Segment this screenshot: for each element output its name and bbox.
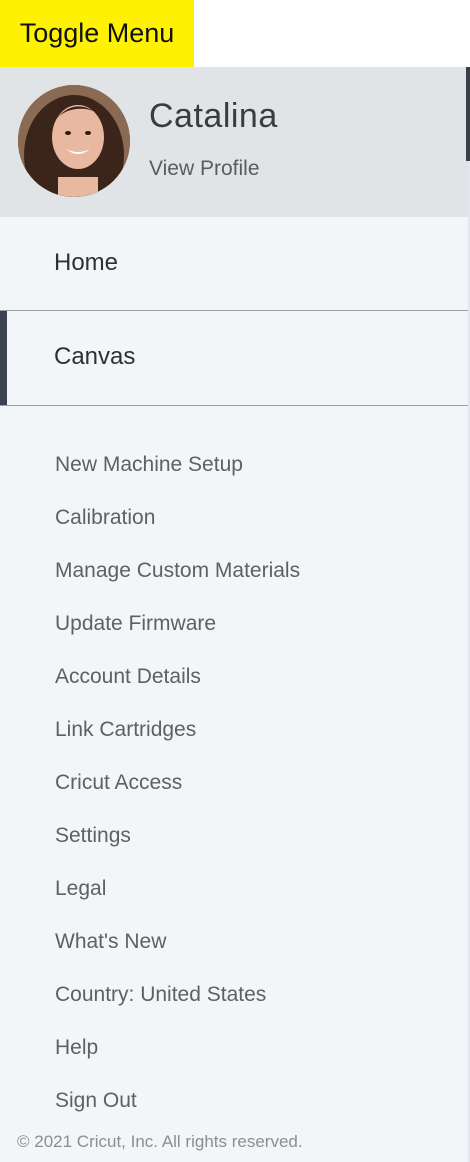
copyright-text: © 2021 Cricut, Inc. All rights reserved. [17, 1132, 303, 1151]
menu-item-country[interactable]: Country: United States [55, 980, 300, 1033]
menu-item-update-firmware[interactable]: Update Firmware [55, 609, 300, 662]
avatar[interactable] [18, 85, 130, 197]
nav-item-label: Canvas [54, 343, 136, 370]
screenshot-frame: Toggle Menu Catalina View Profile Home C… [0, 0, 470, 1162]
menu-item-help[interactable]: Help [55, 1033, 300, 1086]
side-menu: Catalina View Profile Home Canvas New Ma… [0, 67, 470, 1162]
active-indicator [0, 311, 7, 405]
nav-item-canvas[interactable]: Canvas [0, 311, 468, 406]
menu-item-legal[interactable]: Legal [55, 874, 300, 927]
profile-header[interactable]: Catalina View Profile [0, 67, 470, 217]
nav-item-home[interactable]: Home [0, 217, 468, 311]
toggle-menu-annotation: Toggle Menu [0, 0, 194, 67]
menu-item-link-cartridges[interactable]: Link Cartridges [55, 715, 300, 768]
user-name: Catalina [149, 97, 278, 135]
avatar-photo [18, 85, 130, 197]
menu-item-account-details[interactable]: Account Details [55, 662, 300, 715]
nav-item-label: Home [54, 249, 119, 276]
menu-item-cricut-access[interactable]: Cricut Access [55, 768, 300, 821]
menu-item-calibration[interactable]: Calibration [55, 503, 300, 556]
menu-item-whats-new[interactable]: What's New [55, 927, 300, 980]
view-profile-link[interactable]: View Profile [149, 157, 260, 181]
menu-item-settings[interactable]: Settings [55, 821, 300, 874]
menu-item-new-machine-setup[interactable]: New Machine Setup [55, 450, 300, 503]
scroll-edge-indicator [466, 67, 470, 161]
menu-item-manage-custom-materials[interactable]: Manage Custom Materials [55, 556, 300, 609]
secondary-menu: New Machine Setup Calibration Manage Cus… [55, 450, 300, 1139]
